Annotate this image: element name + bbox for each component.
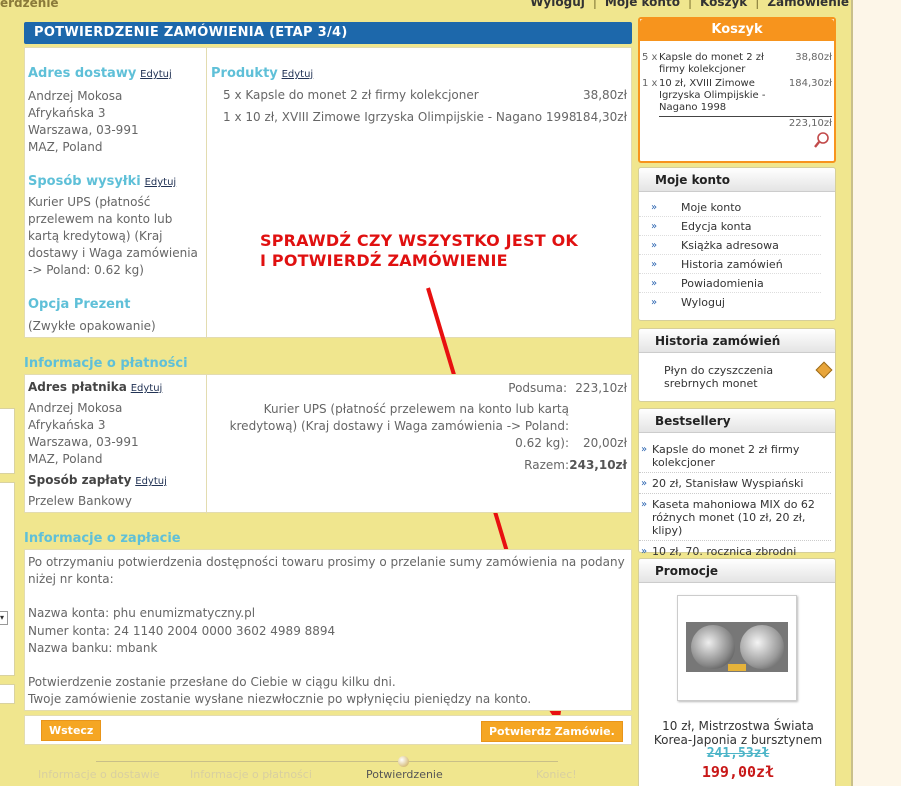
total-label: Razem: [524, 458, 569, 472]
payment-details-heading: Informacje o zapłacie [24, 531, 181, 546]
payment-details-panel: Po otrzymaniu potwierdzenia dostępności … [24, 549, 632, 711]
shipping-cost-value: 20,00zł [582, 436, 627, 450]
step-confirmation: Potwierdzenie [366, 768, 443, 781]
account-menu-item[interactable]: » Powiadomienia [639, 274, 821, 293]
double-chevron-icon: » [651, 297, 658, 308]
bestseller-item[interactable]: » Kapsle do monet 2 zł firmy kolekcjoner [639, 443, 831, 473]
order-history-box: Historia zamówień Płyn do czyszczenia sr… [638, 328, 836, 402]
confirm-order-button[interactable]: Potwierdz Zamówie. [481, 721, 623, 742]
payer-heading: Adres płatnika [28, 380, 127, 394]
payment-info-heading: Informacje o płatności [24, 356, 188, 371]
total-value: 243,10zł [569, 458, 627, 472]
account-menu-item[interactable]: » Moje konto [639, 198, 821, 217]
account-number: Numer konta: 24 1140 2004 0000 3602 4989… [28, 624, 336, 638]
promo-product-image[interactable] [677, 595, 797, 701]
back-button[interactable]: Wstecz [41, 720, 102, 741]
cart-item-name[interactable]: 10 zł, XVIII Zimowe Igrzyska Olimpijskie… [659, 78, 769, 114]
cart-item-price: 184,30zł [788, 78, 832, 89]
payment-method-section: Sposób zapłaty Edytuj [28, 473, 167, 487]
promotions-heading: Promocje [639, 559, 835, 583]
double-chevron-icon: » [651, 259, 658, 270]
cart-total: 223,10zł [788, 118, 832, 129]
product-thumbnail-icon[interactable] [815, 361, 833, 379]
cart-box: Koszyk 5 x Kapsle do monet 2 zł firmy ko… [638, 17, 836, 163]
progress-line [96, 761, 558, 762]
bank-name: Nazwa banku: mbank [28, 641, 158, 655]
payer-section: Adres płatnika Edytuj [28, 380, 162, 394]
payment-method-heading: Sposób zapłaty [28, 473, 132, 487]
column-divider [206, 375, 207, 514]
account-menu-item[interactable]: » Książka adresowa [639, 236, 821, 255]
edit-payer-link[interactable]: Edytuj [131, 383, 163, 394]
cart-item-qty: 5 x [642, 52, 658, 63]
payment-method-value: Przelew Bankowy [28, 494, 132, 508]
order-history-heading: Historia zamówień [639, 329, 835, 353]
account-menu-item[interactable]: » Wyloguj [639, 293, 821, 312]
double-chevron-icon: » [641, 444, 648, 455]
double-chevron-icon: » [641, 546, 648, 557]
edit-payment-method-link[interactable]: Edytuj [135, 476, 167, 487]
account-menu-item[interactable]: » Historia zamówień [639, 255, 821, 274]
promo-product-name[interactable]: 10 zł, Mistrzostwa Świata Korea-Japonia … [641, 719, 835, 747]
bestsellers-heading: Bestsellery [639, 409, 835, 433]
subtotal-value: 223,10zł [575, 381, 627, 395]
shipping-note: Twoje zamówienie zostanie wysłane niezwł… [28, 692, 532, 706]
payer-address: Andrzej Mokosa Afrykańska 3 Warszawa, 03… [28, 401, 139, 466]
coin-icon [740, 625, 784, 669]
step-finish: Koniec! [536, 768, 577, 781]
subtotal-label: Podsuma: [508, 381, 567, 395]
promo-new-price: 199,00zł [701, 763, 775, 781]
double-chevron-icon: » [651, 240, 658, 251]
cart-item-name[interactable]: Kapsle do monet 2 zł firmy kolekcjoner [659, 52, 789, 76]
account-name: Nazwa konta: phu enumizmatyczny.pl [28, 606, 256, 620]
payment-intro-text: Po otrzymaniu potwierdzenia dostępności … [28, 555, 625, 586]
my-account-box: Moje konto » Moje konto » Edycja konta » Ks… [638, 167, 836, 321]
bestsellers-box: Bestsellery » Kapsle do monet 2 zł firmy … [638, 408, 836, 571]
double-chevron-icon: » [651, 221, 658, 232]
step-payment: Informacje o płatności [190, 768, 312, 781]
cart-divider [659, 116, 832, 117]
progress-marker-icon [398, 756, 409, 767]
history-item[interactable]: Płyn do czyszczenia srebrnych monet [664, 364, 814, 390]
magnifier-icon[interactable] [813, 131, 829, 149]
coin-icon [691, 625, 735, 669]
shipping-cost-label: Kurier UPS (płatność przelewem na konto … [229, 402, 569, 450]
payment-info-panel: Adres płatnika Edytuj Andrzej Mokosa Afr… [24, 374, 632, 514]
step-delivery: Informacje o dostawie [38, 768, 160, 781]
double-chevron-icon: » [651, 202, 658, 213]
double-chevron-icon: » [641, 478, 648, 489]
bestseller-item[interactable]: » Kaseta mahoniowa MIX do 62 różnych mone… [639, 498, 831, 541]
cart-heading: Koszyk [640, 19, 834, 41]
confirmation-note: Potwierdzenie zostanie przesłane do Cieb… [28, 675, 396, 689]
cart-item-price: 38,80zł [795, 52, 832, 63]
promo-old-price: 241,53zł [706, 746, 770, 761]
double-chevron-icon: » [651, 278, 658, 289]
my-account-heading: Moje konto [639, 168, 835, 192]
account-menu-item[interactable]: » Edycja konta [639, 217, 821, 236]
bestseller-item[interactable]: » 20 zł, Stanisław Wyspiański [639, 477, 831, 494]
cart-item-qty: 1 x [642, 78, 658, 89]
promotions-box: Promocje 10 zł, Mistrzostwa Świata Korea… [638, 558, 836, 786]
amber-insert-icon [728, 664, 746, 671]
double-chevron-icon: » [641, 499, 648, 510]
